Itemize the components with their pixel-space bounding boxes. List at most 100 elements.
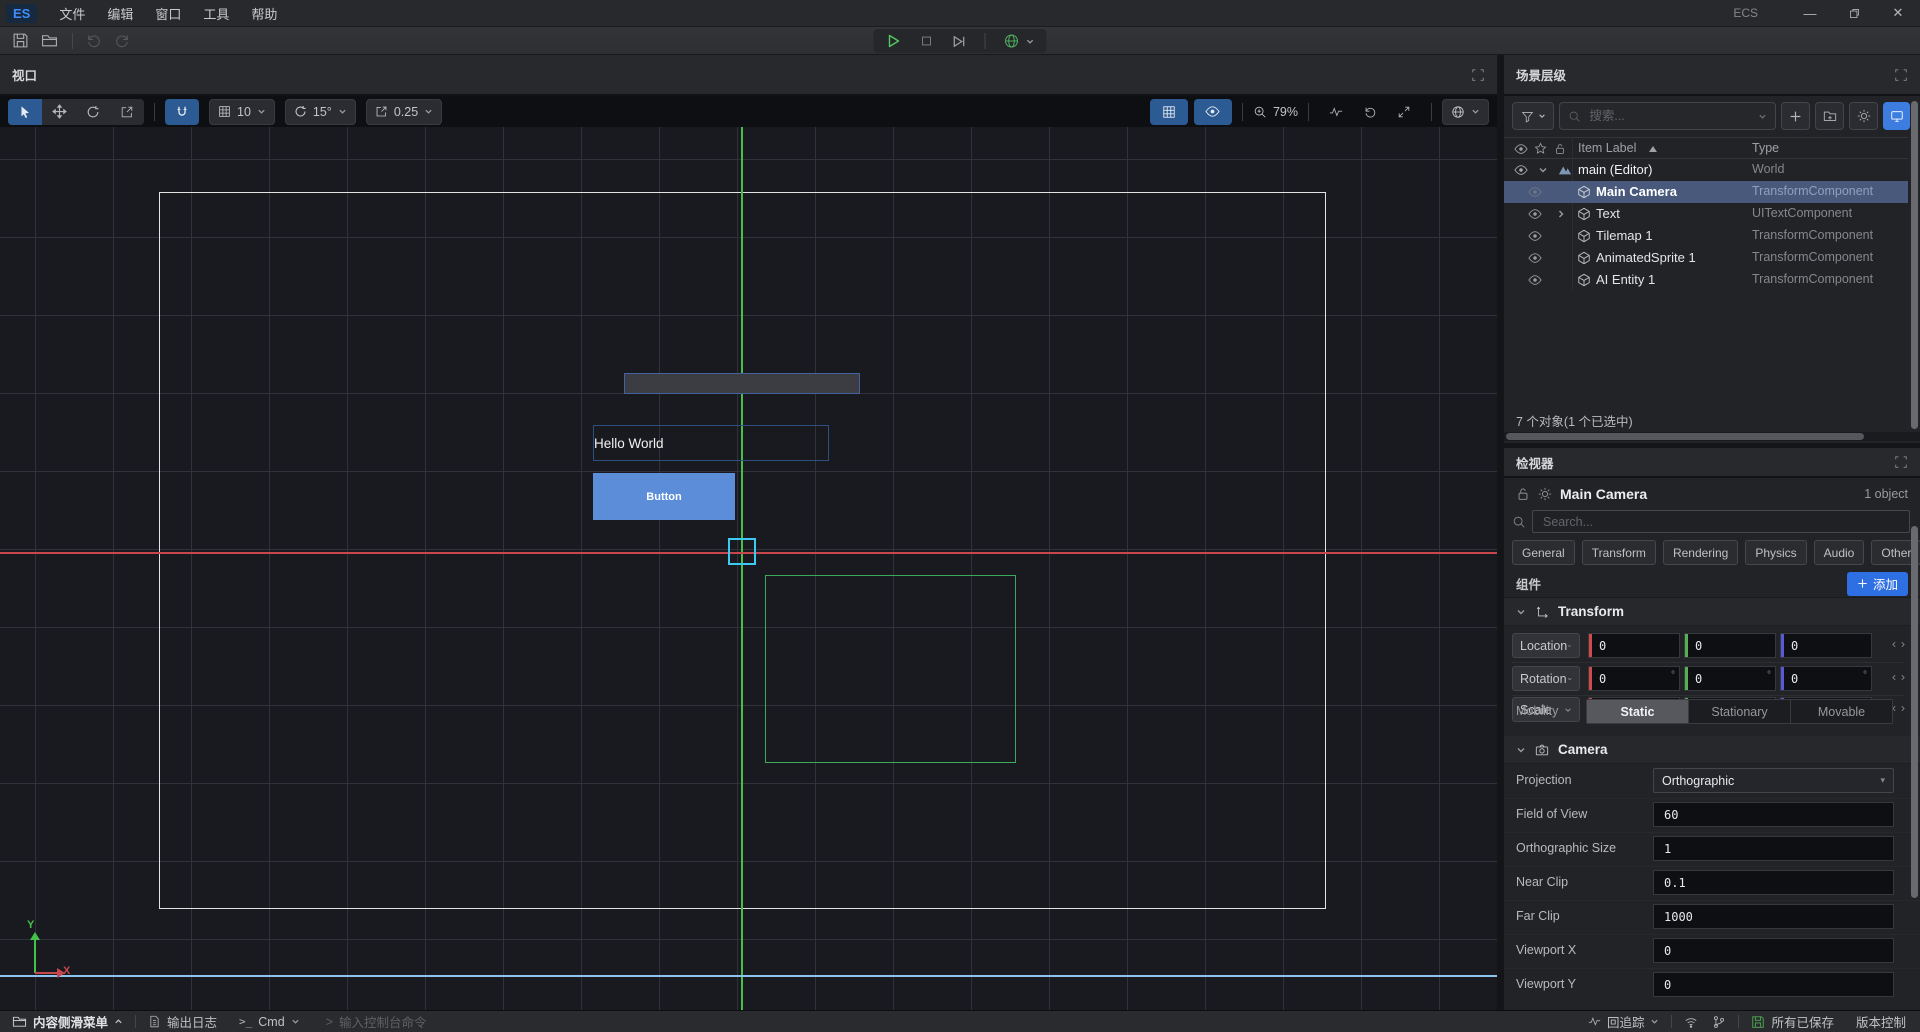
snap-toggle-button[interactable] <box>165 99 199 125</box>
stats-button[interactable] <box>1319 99 1353 125</box>
eye-icon[interactable] <box>1528 207 1542 221</box>
content-drawer-button[interactable]: 内容侧滑菜单 <box>12 1012 123 1031</box>
visibility-toggle[interactable] <box>1194 99 1232 125</box>
chevron-down-icon[interactable] <box>1538 165 1548 175</box>
grid-snap-dropdown[interactable]: 10 <box>209 99 275 125</box>
table-row-main-camera[interactable]: Main Camera TransformComponent <box>1504 181 1908 203</box>
viewport-y-input[interactable] <box>1662 973 1882 996</box>
rotation-y-input[interactable] <box>1693 667 1763 690</box>
eye-icon[interactable] <box>1514 163 1528 177</box>
inspector-search-input[interactable] <box>1541 514 1901 530</box>
close-button[interactable]: ✕ <box>1876 5 1920 21</box>
menu-file[interactable]: 文件 <box>59 4 85 23</box>
tab-audio[interactable]: Audio <box>1814 540 1865 565</box>
rotation-z-input[interactable] <box>1789 667 1859 690</box>
chevron-right-icon[interactable] <box>1556 209 1566 219</box>
open-folder-icon[interactable] <box>41 32 58 49</box>
tab-general[interactable]: General <box>1512 540 1575 565</box>
expand-panel-icon[interactable] <box>1894 68 1908 82</box>
undo-icon[interactable] <box>85 32 102 49</box>
menu-tools[interactable]: 工具 <box>203 4 229 23</box>
mobility-stationary[interactable]: Stationary <box>1689 700 1791 723</box>
add-component-button[interactable]: 添加 <box>1847 572 1908 596</box>
scale-tool-button[interactable] <box>110 99 144 125</box>
panel-splitter[interactable] <box>1497 55 1504 1010</box>
link-axes-icon[interactable] <box>1891 637 1906 652</box>
menu-edit[interactable]: 编辑 <box>107 4 133 23</box>
row-label[interactable]: AI Entity 1 <box>1596 272 1655 287</box>
mobility-movable[interactable]: Movable <box>1791 700 1892 723</box>
camera-section-header[interactable]: Camera <box>1504 736 1920 764</box>
launch-mode-dropdown[interactable] <box>1004 33 1035 49</box>
table-row-animatedsprite[interactable]: AnimatedSprite 1 TransformComponent <box>1504 247 1908 269</box>
projection-dropdown[interactable]: Orthographic ▾ <box>1653 768 1894 793</box>
table-row-ai-entity[interactable]: AI Entity 1 TransformComponent <box>1504 269 1908 291</box>
row-label[interactable]: AnimatedSprite 1 <box>1596 250 1696 265</box>
rotate-tool-button[interactable] <box>76 99 110 125</box>
gear-icon[interactable] <box>1538 487 1552 501</box>
link-axes-icon[interactable] <box>1891 670 1906 685</box>
row-label[interactable]: Main Camera <box>1596 184 1677 199</box>
orthographic-size-input[interactable] <box>1662 837 1882 860</box>
hierarchy-search[interactable] <box>1559 102 1776 130</box>
runtime-view-button[interactable] <box>1883 102 1910 130</box>
row-label[interactable]: Tilemap 1 <box>1596 228 1653 243</box>
app-logo[interactable]: ES <box>6 4 37 23</box>
hierarchy-settings-button[interactable] <box>1849 102 1878 130</box>
show-grid-toggle[interactable] <box>1150 99 1188 125</box>
button-entity[interactable]: Button <box>593 473 735 520</box>
hscrollbar-thumb[interactable] <box>1506 433 1864 440</box>
selection-gizmo[interactable] <box>728 538 756 565</box>
menu-window[interactable]: 窗口 <box>155 4 181 23</box>
menu-help[interactable]: 帮助 <box>251 4 277 23</box>
tab-transform[interactable]: Transform <box>1582 540 1656 565</box>
location-z-input[interactable] <box>1789 634 1859 657</box>
transform-section-header[interactable]: Transform <box>1504 598 1920 626</box>
eye-icon[interactable] <box>1528 273 1542 287</box>
console-command-input[interactable]: > 输入控制台命令 <box>326 1012 427 1031</box>
mobility-static[interactable]: Static <box>1587 700 1689 723</box>
minimize-button[interactable]: — <box>1788 6 1832 21</box>
angle-snap-dropdown[interactable]: 15° <box>285 99 356 125</box>
filter-button[interactable] <box>1512 102 1554 130</box>
rotation-x-input[interactable] <box>1597 667 1667 690</box>
near-clip-input[interactable] <box>1662 871 1882 894</box>
tilemap-entity-rect[interactable] <box>765 575 1016 763</box>
column-item-label[interactable]: Item Label <box>1578 141 1636 155</box>
zoom-control[interactable]: 79% <box>1253 105 1298 119</box>
select-tool-button[interactable] <box>8 99 42 125</box>
location-y-input[interactable] <box>1693 634 1763 657</box>
column-type[interactable]: Type <box>1752 141 1779 155</box>
save-icon[interactable] <box>12 32 29 49</box>
eye-icon[interactable] <box>1528 229 1542 243</box>
far-clip-input[interactable] <box>1662 905 1882 928</box>
output-log-button[interactable]: 输出日志 <box>148 1012 217 1031</box>
table-row-tilemap[interactable]: Tilemap 1 TransformComponent <box>1504 225 1908 247</box>
text-entity[interactable]: Hello World <box>593 425 829 461</box>
eye-icon[interactable] <box>1528 251 1542 265</box>
redo-icon[interactable] <box>114 32 131 49</box>
table-row-world[interactable]: main (Editor) World <box>1504 159 1908 181</box>
row-label[interactable]: Text <box>1596 206 1620 221</box>
rotation-dropdown[interactable]: Rotation <box>1512 666 1580 691</box>
reset-view-button[interactable] <box>1353 99 1387 125</box>
expand-panel-icon[interactable] <box>1894 455 1908 469</box>
restore-button[interactable] <box>1832 6 1876 21</box>
star-column-icon[interactable] <box>1534 142 1547 155</box>
step-icon[interactable] <box>952 34 967 49</box>
save-status[interactable]: 所有已保存 <box>1751 1012 1834 1031</box>
eye-icon[interactable] <box>1528 185 1542 199</box>
inspector-vscrollbar[interactable] <box>1911 526 1918 898</box>
fit-view-button[interactable] <box>1387 99 1421 125</box>
viewport-x-input[interactable] <box>1662 939 1882 962</box>
version-control-button[interactable]: 版本控制 <box>1856 1012 1906 1031</box>
field-of-view-input[interactable] <box>1662 803 1882 826</box>
network-icon[interactable] <box>1684 1015 1698 1029</box>
tab-rendering[interactable]: Rendering <box>1663 540 1738 565</box>
hierarchy-vscrollbar[interactable] <box>1911 101 1918 429</box>
play-icon[interactable] <box>886 33 902 49</box>
row-label[interactable]: main (Editor) <box>1578 162 1652 177</box>
eye-column-icon[interactable] <box>1514 142 1528 156</box>
tab-physics[interactable]: Physics <box>1745 540 1806 565</box>
stop-icon[interactable] <box>920 34 934 48</box>
